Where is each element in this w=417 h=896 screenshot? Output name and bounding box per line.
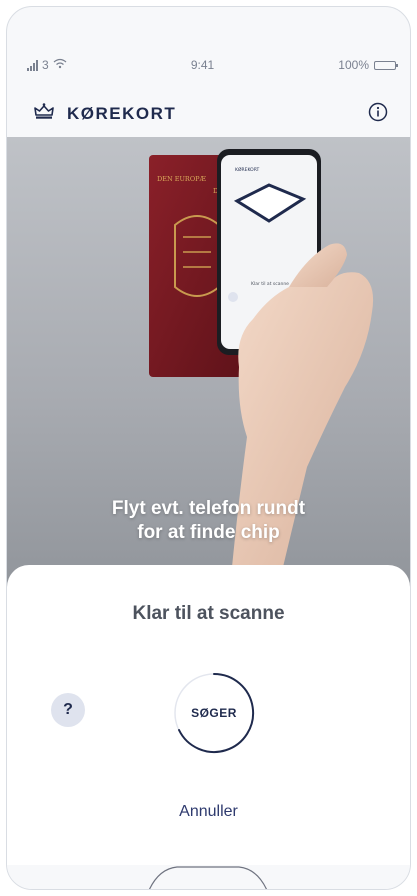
passport-text-1: DEN EUROPÆ (157, 175, 207, 183)
info-icon (368, 102, 388, 127)
signal-icon (27, 59, 38, 71)
phone-screen-status: Klar til at scanne (251, 281, 289, 287)
app-header: KØREKORT (7, 91, 410, 137)
carrier-label: 3 (42, 58, 49, 72)
scan-illustration: DEN EUROPÆ DANM KØREKORT Klar til at sca… (7, 137, 410, 607)
cancel-button[interactable]: Annuller (7, 803, 410, 821)
battery-icon (374, 60, 398, 70)
scan-progress-ring: SØGER (173, 672, 255, 754)
battery-label: 100% (338, 58, 369, 72)
caption-line-1: Flyt evt. telefon rundt (111, 498, 306, 519)
caption-line-2: for at finde chip (137, 522, 280, 543)
wifi-icon (53, 58, 67, 72)
scan-title: Klar til at scanne (132, 603, 285, 624)
scan-status-label: SØGER (191, 706, 237, 720)
battery-group: 100% (338, 58, 398, 72)
phone-screen-title: KØREKORT (235, 166, 260, 173)
help-button[interactable]: ? (51, 693, 85, 727)
scan-sheet: Klar til at scanne ? SØGER Annuller (7, 565, 410, 865)
brand: KØREKORT (33, 102, 177, 126)
signal-group: 3 (27, 58, 67, 72)
home-indicator (148, 866, 268, 889)
hero-caption: Flyt evt. telefon rundt for at finde chi… (7, 497, 410, 545)
page-title: KØREKORT (67, 104, 177, 123)
bottom-bar (7, 865, 410, 889)
clock: 9:41 (190, 58, 215, 72)
crown-icon (33, 102, 55, 126)
phone-frame: 3 9:41 100% KØREKORT DEN EUROPÆ KØREKORT… (6, 6, 411, 890)
status-bar: 3 9:41 100% (7, 47, 410, 83)
info-button[interactable] (366, 102, 390, 126)
